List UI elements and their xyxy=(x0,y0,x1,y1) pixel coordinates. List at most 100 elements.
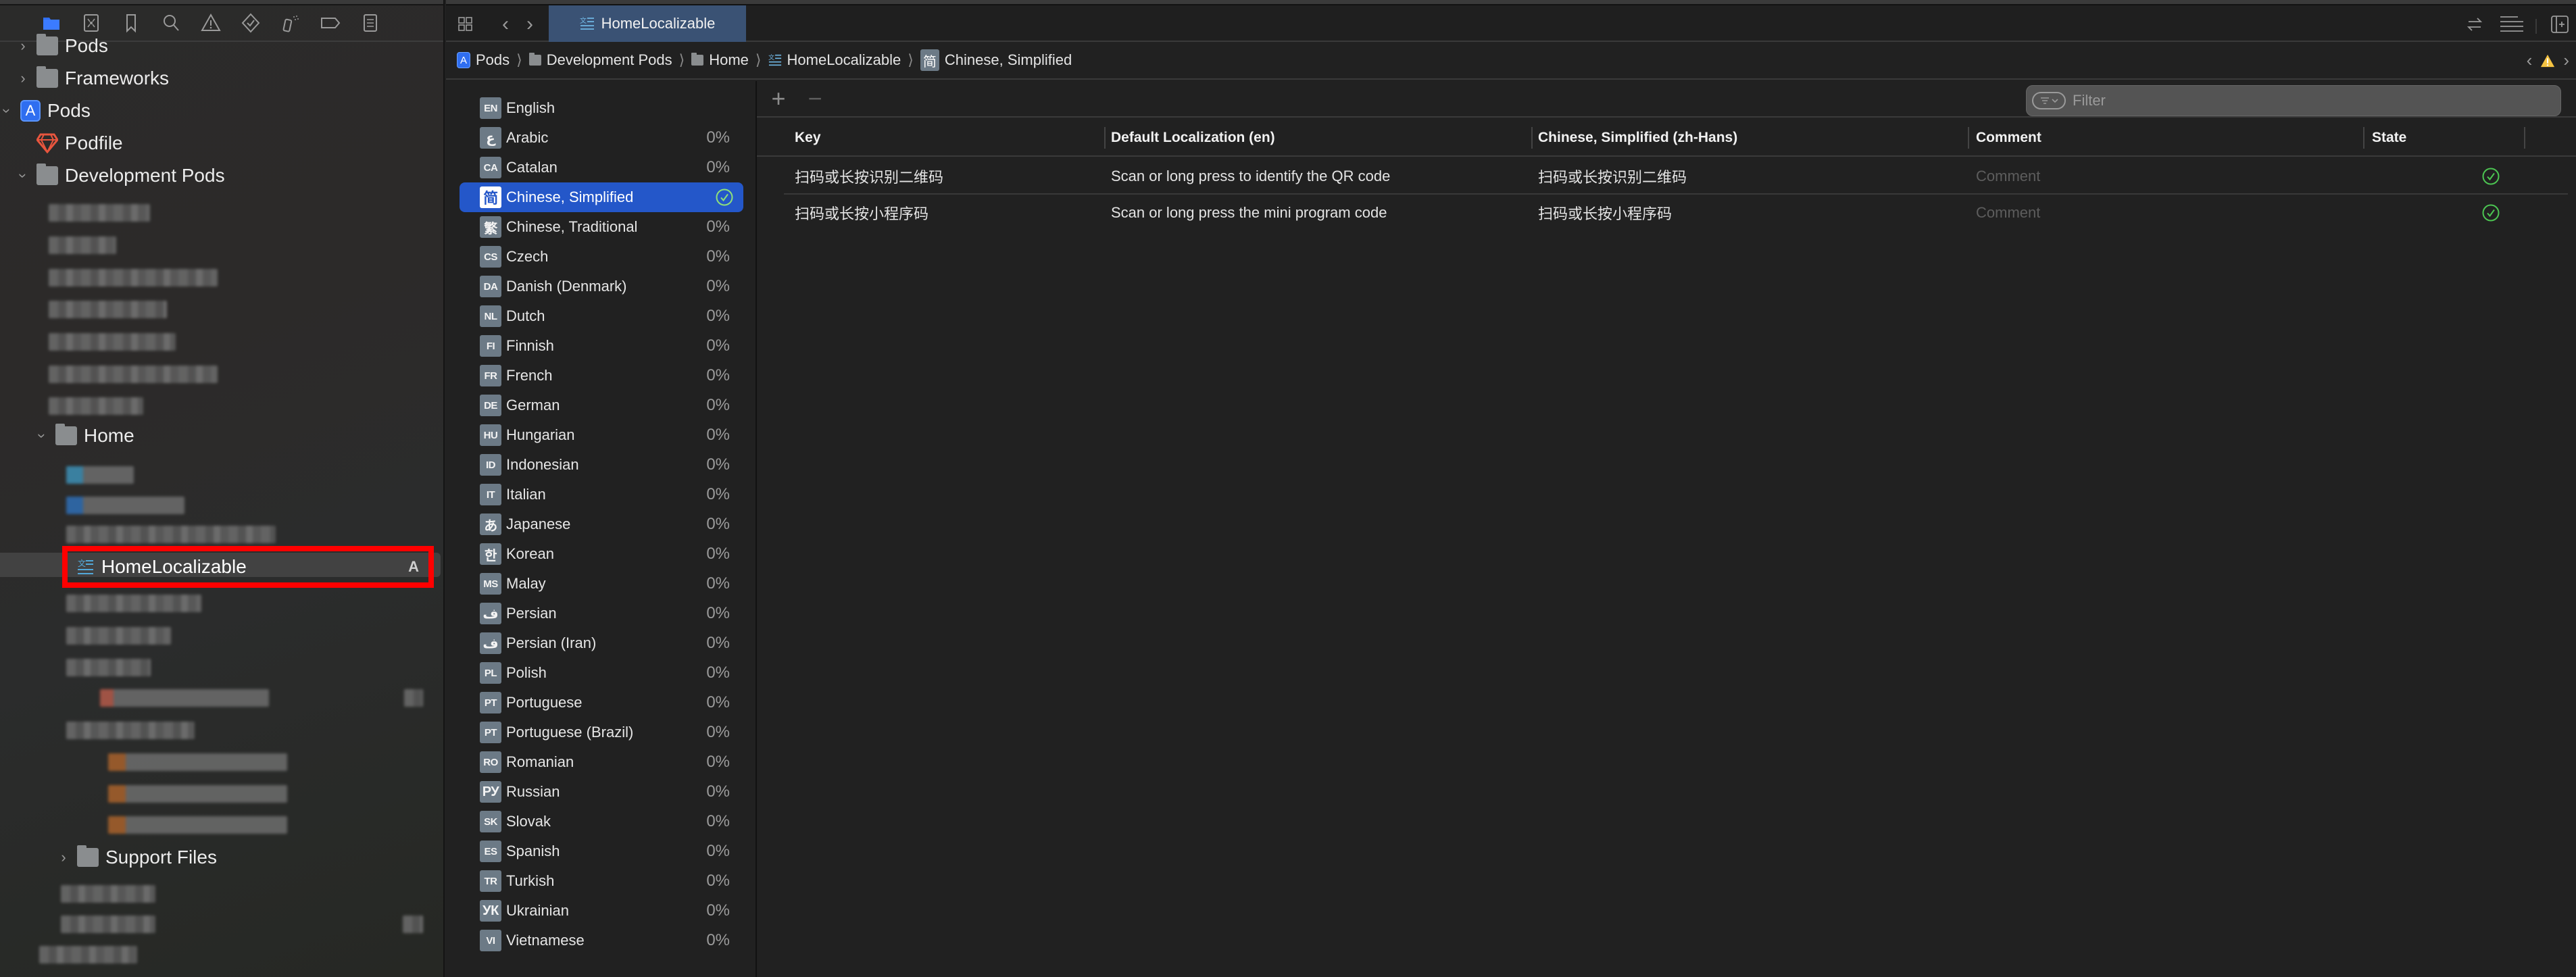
column-header-key[interactable]: Key xyxy=(795,119,821,157)
language-row[interactable]: РУ Russian 0% xyxy=(460,777,743,807)
report-navigator-button[interactable] xyxy=(350,8,390,38)
language-row[interactable]: 한 Korean 0% xyxy=(460,539,743,569)
breadcrumb-homelocalizable[interactable]: 文 HomeLocalizable xyxy=(768,51,901,69)
tab-homelocalizable[interactable]: 文 HomeLocalizable xyxy=(549,5,746,42)
enable-code-review-button[interactable] xyxy=(2464,11,2485,38)
filter-options-button[interactable] xyxy=(2032,92,2066,109)
test-diamond-icon xyxy=(241,13,259,33)
language-row[interactable]: EN English xyxy=(460,93,743,123)
tree-item-development-pods[interactable]: › Development Pods xyxy=(14,160,225,191)
language-row[interactable]: PL Polish 0% xyxy=(460,658,743,688)
back-button[interactable]: ‹ xyxy=(497,11,514,38)
column-header-chinese-simplified[interactable]: Chinese, Simplified (zh-Hans) xyxy=(1538,119,1737,157)
cell-key[interactable]: 扫码或长按小程序码 xyxy=(795,195,928,231)
tree-item-support-files[interactable]: › Support Files xyxy=(57,842,217,873)
language-row[interactable]: TR Turkish 0% xyxy=(460,866,743,896)
cell-translation[interactable]: 扫码或长按识别二维码 xyxy=(1538,158,1687,195)
filter-input[interactable] xyxy=(2073,92,2546,109)
language-row[interactable]: FR French 0% xyxy=(460,361,743,391)
language-row[interactable]: NL Dutch 0% xyxy=(460,301,743,331)
language-badge-icon: ع xyxy=(480,127,501,149)
language-row[interactable]: FI Finnish 0% xyxy=(460,331,743,361)
chevron-down-icon[interactable]: › xyxy=(0,104,16,118)
language-row[interactable]: ف Persian 0% xyxy=(460,599,743,628)
language-row[interactable]: ع Arabic 0% xyxy=(460,123,743,153)
remove-string-button[interactable]: − xyxy=(803,86,827,111)
chevron-right-icon[interactable]: › xyxy=(16,37,30,55)
add-editor-button[interactable] xyxy=(2550,11,2569,38)
tree-item-podfile[interactable]: Podfile xyxy=(36,128,123,159)
cell-key[interactable]: 扫码或长按识别二维码 xyxy=(795,158,943,195)
column-header-default-localization[interactable]: Default Localization (en) xyxy=(1111,119,1275,157)
folder-icon xyxy=(43,18,59,30)
related-items-button[interactable] xyxy=(455,11,476,38)
cell-default-localization[interactable]: Scan or long press to identify the QR co… xyxy=(1111,158,1390,195)
table-row[interactable]: 扫码或长按小程序码 Scan or long press the mini pro… xyxy=(784,195,2568,231)
column-divider[interactable] xyxy=(2524,127,2525,149)
language-row[interactable]: SK Slovak 0% xyxy=(460,807,743,836)
tab-bar: ‹ › 文 HomeLocalizable xyxy=(446,0,2576,42)
warning-icon[interactable] xyxy=(2540,53,2555,68)
chevron-right-icon[interactable]: › xyxy=(57,849,70,866)
chevron-down-icon[interactable]: › xyxy=(33,429,51,443)
language-row[interactable]: 繁 Chinese, Traditional 0% xyxy=(460,212,743,242)
language-badge-icon: DA xyxy=(480,276,501,297)
tree-item-home[interactable]: › Home xyxy=(33,420,134,451)
translation-progress: 0% xyxy=(706,366,730,384)
language-row[interactable]: УК Ukrainian 0% xyxy=(460,896,743,926)
breadcrumb-chinese-simplified[interactable]: 简 Chinese, Simplified xyxy=(920,49,1072,71)
issue-navigator-button[interactable] xyxy=(191,8,230,38)
language-row[interactable]: ID Indonesian 0% xyxy=(460,450,743,480)
column-divider[interactable] xyxy=(1968,127,1969,149)
cell-comment[interactable]: Comment xyxy=(1976,158,2040,195)
tree-item-pods-project[interactable]: › A Pods xyxy=(0,95,91,126)
language-row[interactable]: あ Japanese 0% xyxy=(460,509,743,539)
language-row[interactable]: IT Italian 0% xyxy=(460,480,743,509)
language-row[interactable]: CA Catalan 0% xyxy=(460,153,743,182)
tree-item-pods-folder[interactable]: › Pods xyxy=(16,32,108,59)
language-row[interactable]: 简 Chinese, Simplified xyxy=(460,182,743,212)
cell-translation[interactable]: 扫码或长按小程序码 xyxy=(1538,195,1672,231)
breadcrumb-development-pods[interactable]: Development Pods xyxy=(528,51,672,69)
next-issue-button[interactable]: › xyxy=(2563,50,2569,71)
cell-default-localization[interactable]: Scan or long press the mini program code xyxy=(1111,195,1387,231)
find-navigator-button[interactable] xyxy=(151,8,191,38)
language-row[interactable]: VI Vietnamese 0% xyxy=(460,926,743,955)
chevron-down-icon[interactable]: › xyxy=(14,169,32,182)
breadcrumb-home[interactable]: Home xyxy=(691,51,749,69)
previous-issue-button[interactable]: ‹ xyxy=(2527,50,2533,71)
tree-item-frameworks[interactable]: › Frameworks xyxy=(16,63,169,94)
bookmark-navigator-button[interactable] xyxy=(111,8,151,38)
translation-progress: 0% xyxy=(706,455,730,474)
column-divider[interactable] xyxy=(2363,127,2364,149)
language-badge-icon: EN xyxy=(480,97,501,119)
tree-item-homelocalizable[interactable]: 文 HomeLocalizable A xyxy=(76,553,427,581)
debug-navigator-button[interactable] xyxy=(270,8,310,38)
filter-field[interactable] xyxy=(2026,85,2561,116)
language-row[interactable]: MS Malay 0% xyxy=(460,569,743,599)
language-row[interactable]: PT Portuguese 0% xyxy=(460,688,743,718)
chevron-right-icon[interactable]: › xyxy=(16,70,30,87)
redacted-tree-item xyxy=(49,397,143,415)
cell-comment[interactable]: Comment xyxy=(1976,195,2040,231)
column-divider[interactable] xyxy=(1531,127,1533,149)
test-navigator-button[interactable] xyxy=(230,8,270,38)
breadcrumb-pods[interactable]: A Pods xyxy=(457,51,510,69)
language-row[interactable]: DE German 0% xyxy=(460,391,743,420)
column-header-state[interactable]: State xyxy=(2372,119,2406,157)
language-row[interactable]: ف Persian (Iran) 0% xyxy=(460,628,743,658)
column-header-comment[interactable]: Comment xyxy=(1976,119,2041,157)
language-row[interactable]: RO Romanian 0% xyxy=(460,747,743,777)
column-divider[interactable] xyxy=(1104,127,1106,149)
language-row[interactable]: HU Hungarian 0% xyxy=(460,420,743,450)
language-row[interactable]: CS Czech 0% xyxy=(460,242,743,272)
language-row[interactable]: PT Portuguese (Brazil) 0% xyxy=(460,718,743,747)
language-row[interactable]: ES Spanish 0% xyxy=(460,836,743,866)
language-badge-icon: PL xyxy=(480,662,501,684)
forward-button[interactable]: › xyxy=(522,11,538,38)
add-string-button[interactable]: + xyxy=(766,86,791,111)
editor-options-button[interactable] xyxy=(2499,11,2523,38)
breakpoint-navigator-button[interactable] xyxy=(310,8,350,38)
table-row[interactable]: 扫码或长按识别二维码 Scan or long press to identify… xyxy=(784,158,2568,195)
language-row[interactable]: DA Danish (Denmark) 0% xyxy=(460,272,743,301)
